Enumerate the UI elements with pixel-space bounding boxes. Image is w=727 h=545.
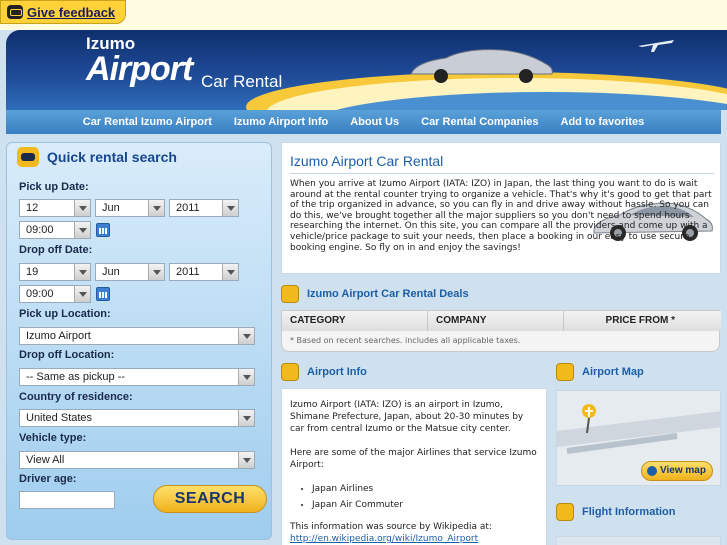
- driver-age-input[interactable]: [19, 491, 115, 509]
- quick-rental-search-panel: Quick rental search Pick up Date: 12 Jun…: [6, 142, 272, 540]
- wikipedia-link[interactable]: http://en.wikipedia.org/wiki/Izumo_Airpo…: [290, 534, 478, 544]
- view-map-button[interactable]: View map: [641, 461, 713, 481]
- chevron-down-icon: [74, 200, 90, 216]
- chevron-down-icon: [74, 286, 90, 302]
- dropoff-day-select[interactable]: 19: [19, 263, 91, 281]
- flight-information-title: Flight Information: [582, 506, 676, 518]
- page-title: Izumo Airport Car Rental: [290, 153, 444, 169]
- pickup-location-select[interactable]: Izumo Airport: [19, 327, 255, 345]
- airlines-intro: Here are some of the major Airlines that…: [290, 448, 537, 470]
- airport-info-title: Airport Info: [307, 366, 367, 378]
- chevron-down-icon: [222, 200, 238, 216]
- pickup-location-label: Pick up Location:: [19, 308, 111, 320]
- chevron-down-icon: [222, 264, 238, 280]
- country-select[interactable]: United States: [19, 409, 255, 427]
- deals-title: Izumo Airport Car Rental Deals: [307, 288, 469, 300]
- map-thumbnail[interactable]: View map: [556, 390, 721, 486]
- dropoff-time-select[interactable]: 09:00: [19, 285, 91, 303]
- list-item: Japan Air Commuter: [312, 499, 538, 511]
- deals-table: CATEGORY COMPANY PRICE FROM * * Based on…: [281, 310, 721, 352]
- chevron-down-icon: [148, 264, 164, 280]
- search-title: Quick rental search: [47, 149, 177, 165]
- deals-note: * Based on recent searches. includes all…: [290, 336, 521, 345]
- pickup-year-select[interactable]: 2011: [169, 199, 239, 217]
- calendar-icon[interactable]: [96, 287, 110, 301]
- chevron-down-icon: [148, 200, 164, 216]
- briefcase-icon: [281, 285, 299, 303]
- search-header: Quick rental search: [7, 143, 271, 171]
- dropoff-location-label: Drop off Location:: [19, 349, 115, 361]
- map-pin-icon: [556, 363, 574, 381]
- logo-airport: Airport: [86, 50, 193, 88]
- chevron-down-icon: [74, 264, 90, 280]
- pickup-month-select[interactable]: Jun: [95, 199, 165, 217]
- info-icon: [281, 363, 299, 381]
- chevron-down-icon: [238, 369, 254, 385]
- calendar-icon[interactable]: [96, 223, 110, 237]
- pickup-day-select[interactable]: 12: [19, 199, 91, 217]
- intro-text: When you arrive at Izumo Airport (IATA: …: [290, 179, 712, 253]
- chevron-down-icon: [238, 410, 254, 426]
- airport-map-title: Airport Map: [582, 366, 644, 378]
- airport-map-section: Airport Map View map: [556, 362, 721, 488]
- flight-information-section: Flight Information: [556, 502, 721, 545]
- vehicle-type-select[interactable]: View All: [19, 451, 255, 469]
- site-header: Izumo Airport Car Rental: [6, 30, 727, 110]
- vehicle-type-label: Vehicle type:: [19, 432, 87, 444]
- nav-car-rental-companies[interactable]: Car Rental Companies: [421, 116, 538, 128]
- intro-panel: Izumo Airport Car Rental When you arrive…: [281, 142, 721, 274]
- airport-info-text: Izumo Airport (IATA: IZO) is an airport …: [290, 400, 524, 434]
- dropoff-date-label: Drop off Date:: [19, 244, 93, 256]
- dropoff-year-select[interactable]: 2011: [169, 263, 239, 281]
- chevron-down-icon: [238, 452, 254, 468]
- column-category: CATEGORY: [282, 311, 428, 331]
- driver-age-label: Driver age:: [19, 473, 77, 485]
- column-price-from: PRICE FROM *: [564, 311, 721, 331]
- give-feedback-button[interactable]: Give feedback: [0, 0, 126, 24]
- feedback-icon: [7, 5, 23, 19]
- nav-izumo-airport-info[interactable]: Izumo Airport Info: [234, 116, 328, 128]
- pickup-date-label: Pick up Date:: [19, 181, 89, 193]
- main-nav: Car Rental Izumo Airport Izumo Airport I…: [6, 110, 721, 134]
- header-plane-icon: [638, 40, 674, 52]
- airport-info-section: Airport Info Izumo Airport (IATA: IZO) i…: [281, 362, 547, 545]
- nav-about-us[interactable]: About Us: [350, 116, 399, 128]
- deals-section: Izumo Airport Car Rental Deals CATEGORY …: [281, 284, 721, 354]
- car-icon: [17, 147, 39, 167]
- country-label: Country of residence:: [19, 391, 133, 403]
- feedback-label[interactable]: Give feedback: [27, 5, 115, 20]
- logo-car-rental: Car Rental: [201, 72, 283, 91]
- plane-icon: [556, 503, 574, 521]
- nav-add-to-favorites[interactable]: Add to favorites: [561, 116, 645, 128]
- pickup-time-select[interactable]: 09:00: [19, 221, 91, 239]
- list-item: Japan Airlines: [312, 483, 538, 495]
- search-button[interactable]: SEARCH: [153, 485, 267, 513]
- column-company: COMPANY: [428, 311, 564, 331]
- source-text: This information was source by Wikipedia…: [290, 522, 492, 532]
- header-car-image: [410, 49, 553, 83]
- chevron-down-icon: [238, 328, 254, 344]
- dropoff-month-select[interactable]: Jun: [95, 263, 165, 281]
- airlines-list: Japan Airlines Japan Air Commuter: [312, 483, 538, 511]
- nav-car-rental-izumo-airport[interactable]: Car Rental Izumo Airport: [83, 116, 212, 128]
- dropoff-location-select[interactable]: -- Same as pickup --: [19, 368, 255, 386]
- chevron-down-icon: [74, 222, 90, 238]
